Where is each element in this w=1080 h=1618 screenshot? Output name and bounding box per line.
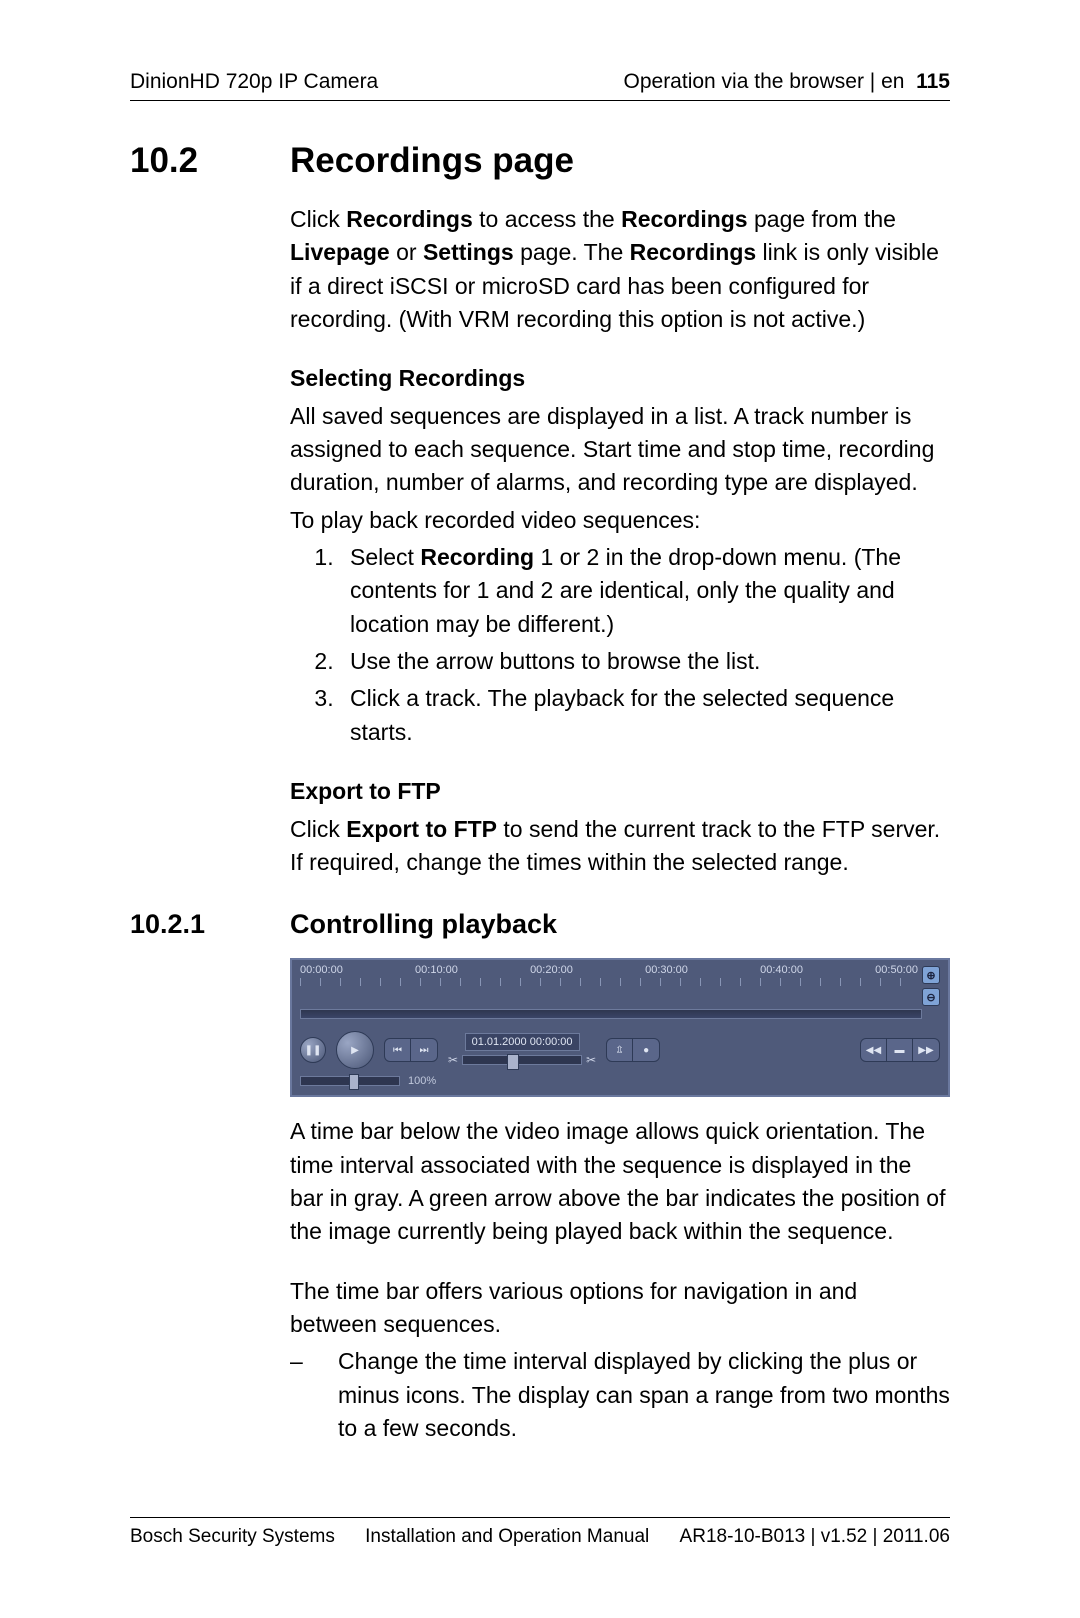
- footer-left: Bosch Security Systems: [130, 1526, 335, 1548]
- playback-control-panel: 00:00:00 00:10:00 00:20:00 00:30:00 00:4…: [290, 958, 950, 1097]
- playback-paragraph-1: A time bar below the video image allows …: [290, 1115, 950, 1248]
- selecting-paragraph-2: To play back recorded video sequences:: [290, 504, 950, 537]
- section-title: Recordings page: [290, 141, 574, 181]
- subsection-title: Controlling playback: [290, 909, 557, 940]
- section-number: 10.2: [130, 141, 290, 181]
- timeline[interactable]: 00:00:00 00:10:00 00:20:00 00:30:00 00:4…: [296, 964, 922, 986]
- tick-marks: [300, 978, 918, 986]
- steps-list: Select Recording 1 or 2 in the drop-down…: [320, 541, 950, 749]
- section-recordings: 10.2 Recordings page Click Recordings to…: [130, 141, 950, 879]
- list-item: Select Recording 1 or 2 in the drop-down…: [340, 541, 950, 641]
- tick-label: 00:00:00: [300, 964, 343, 976]
- intro-paragraph: Click Recordings to access the Recording…: [290, 203, 950, 336]
- subsection-number: 10.2.1: [130, 909, 290, 940]
- skip-back-button[interactable]: ⏮: [385, 1039, 411, 1061]
- subsection-header: 10.2.1 Controlling playback: [130, 909, 950, 940]
- volume-slider[interactable]: [300, 1076, 400, 1086]
- bullet-item: – Change the time interval displayed by …: [290, 1345, 950, 1445]
- tick-label: 00:40:00: [760, 964, 803, 976]
- record-button[interactable]: ●: [633, 1039, 659, 1061]
- range-end-icon[interactable]: ✂: [586, 1053, 596, 1067]
- page-footer: Bosch Security Systems Installation and …: [130, 1517, 950, 1548]
- export-group: ⇫ ●: [606, 1038, 660, 1062]
- range-slider[interactable]: [462, 1055, 582, 1065]
- fast-forward-button[interactable]: ▶▶: [913, 1039, 939, 1061]
- page: DinionHD 720p IP Camera Operation via th…: [0, 0, 1080, 1618]
- timestamp-display: 01.01.2000 00:00:00: [465, 1033, 580, 1051]
- stop-button[interactable]: ▬: [887, 1039, 913, 1061]
- pause-button[interactable]: ❚❚: [300, 1037, 326, 1063]
- selecting-paragraph: All saved sequences are displayed in a l…: [290, 400, 950, 500]
- bullet-text: Change the time interval displayed by cl…: [338, 1345, 950, 1445]
- ftp-paragraph: Click Export to FTP to send the current …: [290, 813, 950, 880]
- dash-icon: –: [290, 1345, 338, 1445]
- tick-label: 00:50:00: [875, 964, 918, 976]
- tick-label: 00:10:00: [415, 964, 458, 976]
- tick-label: 00:20:00: [530, 964, 573, 976]
- zoom-out-icon[interactable]: ⊖: [922, 988, 940, 1006]
- header-right: Operation via the browser | en 115: [624, 70, 951, 94]
- footer-right: AR18-10-B013 | v1.52 | 2011.06: [680, 1526, 950, 1548]
- page-header: DinionHD 720p IP Camera Operation via th…: [130, 70, 950, 101]
- playback-paragraph-2: The time bar offers various options for …: [290, 1275, 950, 1342]
- list-item: Click a track. The playback for the sele…: [340, 682, 950, 749]
- export-button[interactable]: ⇫: [607, 1039, 633, 1061]
- skip-group: ⏮ ⏭: [384, 1038, 438, 1062]
- range-start-icon[interactable]: ✂: [448, 1053, 458, 1067]
- rewind-button[interactable]: ◀◀: [861, 1039, 887, 1061]
- list-item: Use the arrow buttons to browse the list…: [340, 645, 950, 678]
- subhead-selecting: Selecting Recordings: [290, 362, 950, 395]
- subhead-ftp: Export to FTP: [290, 775, 950, 808]
- sequence-strip[interactable]: [300, 1009, 922, 1019]
- header-left: DinionHD 720p IP Camera: [130, 70, 378, 94]
- zoom-in-icon[interactable]: ⊕: [922, 966, 940, 984]
- speed-group: ◀◀ ▬ ▶▶: [860, 1038, 940, 1062]
- skip-forward-button[interactable]: ⏭: [411, 1039, 437, 1061]
- volume-label: 100%: [408, 1075, 436, 1087]
- play-button[interactable]: ▶: [336, 1031, 374, 1069]
- tick-label: 00:30:00: [645, 964, 688, 976]
- page-number: 115: [916, 70, 950, 93]
- footer-center: Installation and Operation Manual: [365, 1526, 649, 1548]
